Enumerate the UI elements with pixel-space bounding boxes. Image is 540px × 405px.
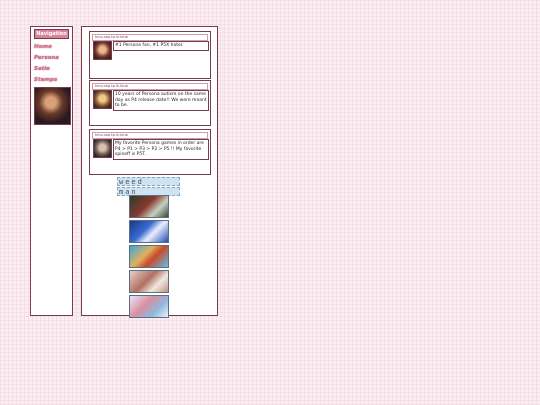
nav-link-home[interactable]: Home [34, 44, 72, 50]
post-text: My favorite Persona games in order are P… [113, 139, 209, 160]
gif-image [129, 195, 169, 218]
gif-image [129, 245, 169, 268]
avatar [93, 90, 112, 109]
post-text: 10 years of Persona autism on the same d… [113, 90, 209, 111]
stamp-line-1: weed [117, 177, 180, 186]
gif-image [129, 270, 169, 293]
gif-image [129, 220, 169, 243]
post-3: hmu.sep.tp.hi.blue My favorite Persona g… [89, 129, 211, 175]
post-1: hmu.sep.tp.hi.blue #1 Persona fan, #1 P5… [89, 31, 211, 79]
gif-image [129, 295, 169, 318]
nav-link-persona[interactable]: Persona [34, 55, 72, 61]
nav-link-stamps[interactable]: Stamps [34, 77, 72, 83]
nav-link-satie[interactable]: Satie [34, 66, 72, 72]
post-header: hmu.sep.tp.hi.blue [92, 83, 208, 90]
navigation-title: Navigation [34, 29, 69, 39]
avatar [93, 41, 112, 60]
navigation-sidebar: Navigation Home Persona Satie Stamps [30, 26, 73, 316]
post-2: hmu.sep.tp.hi.blue 10 years of Persona a… [89, 80, 211, 126]
gif-strip [129, 195, 169, 320]
post-header: hmu.sep.tp.hi.blue [92, 34, 208, 41]
weed-man-stamp: weed man [117, 177, 180, 196]
post-header: hmu.sep.tp.hi.blue [92, 132, 208, 139]
sidebar-image [34, 87, 71, 125]
avatar [93, 139, 112, 158]
post-text: #1 Persona fan, #1 P5X hater. [113, 41, 209, 51]
